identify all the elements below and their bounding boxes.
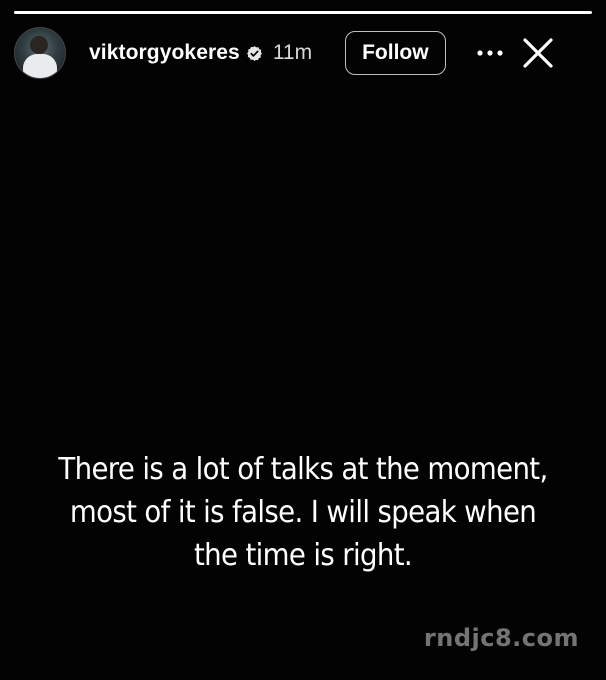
story-progress-bar — [14, 11, 592, 14]
story-viewer: viktorgyokeres 11m Follow There is a lot… — [0, 0, 606, 680]
story-timestamp: 11m — [272, 41, 313, 64]
story-caption: There is a lot of talks at the moment, m… — [43, 448, 564, 577]
watermark: rndjc8.com — [423, 624, 579, 652]
avatar[interactable] — [14, 27, 66, 79]
caption-line: There is a lot of talks at the moment, — [58, 452, 548, 487]
follow-button[interactable]: Follow — [345, 31, 446, 75]
verified-badge-icon — [246, 45, 263, 62]
story-header: viktorgyokeres 11m Follow — [14, 27, 592, 79]
caption-line: the time is right. — [193, 538, 413, 573]
username[interactable]: viktorgyokeres — [89, 41, 240, 65]
story-progress-fill — [14, 11, 592, 14]
close-icon[interactable] — [520, 35, 556, 71]
caption-line: most of it is false. I will speak when — [69, 495, 537, 530]
more-horizontal-icon[interactable] — [476, 39, 504, 67]
